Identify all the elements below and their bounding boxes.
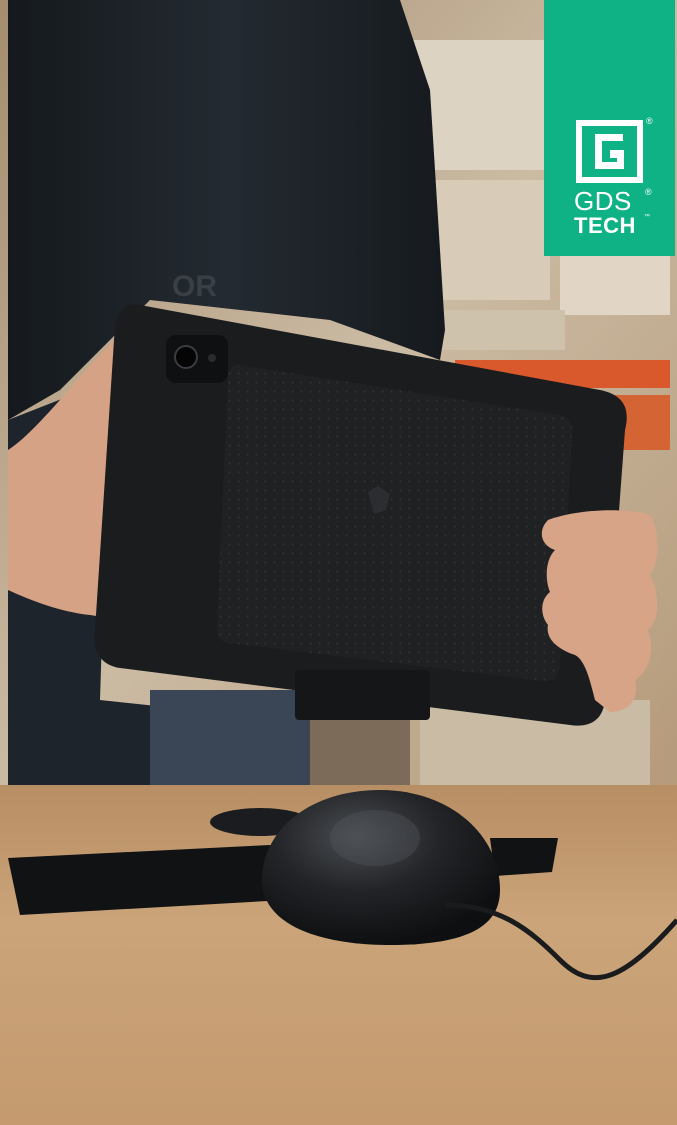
registered-mark: ® <box>645 187 652 197</box>
camera-module <box>166 335 228 383</box>
logo-text-gds: GDS <box>574 186 632 216</box>
tablet-mount <box>295 670 430 720</box>
jacket-brand-mark: OR <box>172 270 217 303</box>
gds-logo-mark-icon <box>576 120 643 183</box>
registered-mark: ® <box>646 116 653 126</box>
product-photo-page: OR ® GDS ® TECH ™ <box>0 0 677 1125</box>
gds-tech-logo-badge: ® GDS ® TECH ™ <box>544 0 675 256</box>
trademark-mark: ™ <box>644 214 650 220</box>
logo-text-tech: TECH <box>574 213 636 238</box>
